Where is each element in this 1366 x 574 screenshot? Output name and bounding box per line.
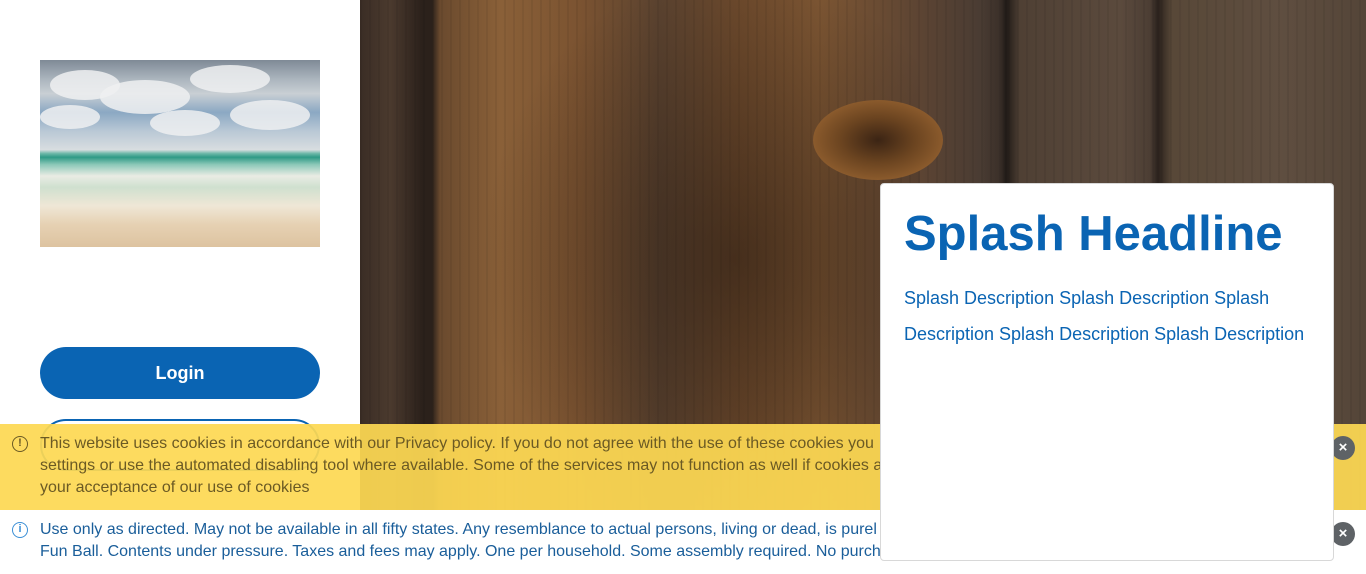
wood-knot <box>813 100 943 180</box>
cookie-message: This website uses cookies in accordance … <box>40 433 880 499</box>
splash-description-line-1: Splash Description Splash Description Sp… <box>904 288 1270 309</box>
splash-description-line-2: Description Splash Description Splash De… <box>904 324 1305 345</box>
info-icon: i <box>12 522 28 538</box>
cookie-line-1: This website uses cookies in accordance … <box>40 435 874 452</box>
close-icon[interactable]: × <box>1331 436 1355 460</box>
info-icon: ! <box>12 436 28 452</box>
splash-headline: Splash Headline <box>904 207 1283 261</box>
cookie-line-3: your acceptance of our use of cookies <box>40 479 310 496</box>
login-button[interactable]: Login <box>40 347 320 399</box>
close-icon[interactable]: × <box>1331 522 1355 546</box>
disclaimer-line-2: Fun Ball. Contents under pressure. Taxes… <box>40 543 880 560</box>
cookie-line-2: settings or use the automated disabling … <box>40 457 880 474</box>
beach-image <box>40 60 320 247</box>
splash-card: Splash Headline Splash Description Splas… <box>880 183 1334 561</box>
disclaimer-message: Use only as directed. May not be availab… <box>40 519 880 563</box>
disclaimer-line-1: Use only as directed. May not be availab… <box>40 521 877 538</box>
